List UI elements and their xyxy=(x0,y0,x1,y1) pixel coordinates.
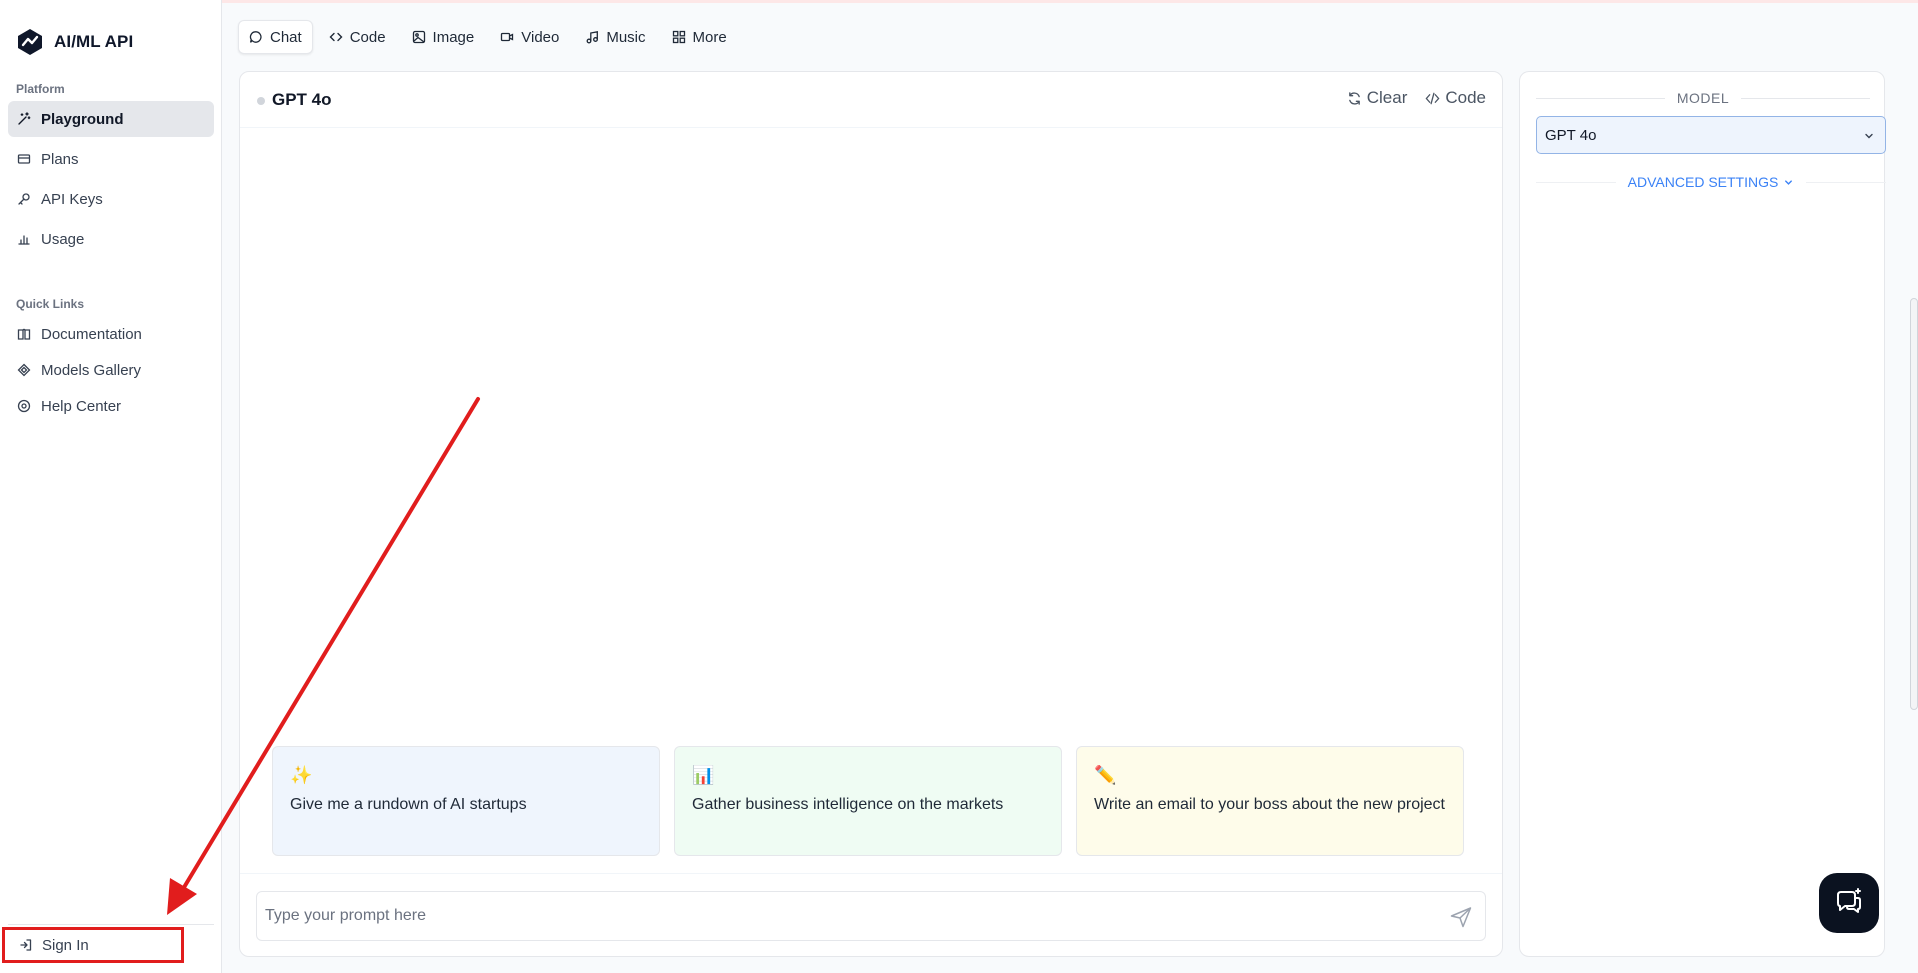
sidebar-item-help-center[interactable]: Help Center xyxy=(8,388,214,424)
tab-label: More xyxy=(692,28,727,46)
chat-header: GPT 4o Clear Code xyxy=(240,72,1502,128)
model-select[interactable]: GPT 4o xyxy=(1536,116,1886,154)
model-label-row: MODEL xyxy=(1536,90,1871,106)
chat-panel: GPT 4o Clear Code ✨ Give me a rundown of… xyxy=(239,71,1503,957)
pencil-icon: ✏️ xyxy=(1094,765,1117,785)
prompt-input[interactable] xyxy=(265,892,1425,940)
tab-music[interactable]: Music xyxy=(575,20,655,54)
tab-code[interactable]: Code xyxy=(319,20,396,54)
send-icon[interactable] xyxy=(1449,905,1473,929)
suggestion-text: Write an email to your boss about the ne… xyxy=(1094,796,1445,813)
sidebar-item-label: Usage xyxy=(41,230,85,248)
sidebar-item-api-keys[interactable]: API Keys xyxy=(8,181,214,217)
chat-bubble-icon xyxy=(249,31,262,43)
app-logo[interactable]: AI/ML API xyxy=(16,28,133,56)
mode-tabs: Chat Code Image Video Music More xyxy=(238,20,737,54)
model-status-dot xyxy=(257,97,265,105)
refresh-icon xyxy=(1348,91,1360,105)
key-icon xyxy=(17,192,31,206)
card-icon xyxy=(17,152,31,166)
suggestion-text: Give me a rundown of AI startups xyxy=(290,796,527,813)
sign-in-button[interactable]: Sign In xyxy=(2,927,184,963)
page-scrollbar[interactable] xyxy=(1910,298,1918,710)
music-note-icon xyxy=(586,31,599,44)
suggestion-card-business-intelligence[interactable]: 📊 Gather business intelligence on the ma… xyxy=(674,746,1062,856)
advanced-settings-label: ADVANCED SETTINGS xyxy=(1627,174,1779,190)
view-code-button[interactable]: Code xyxy=(1425,88,1486,108)
sidebar-item-label: Playground xyxy=(41,110,124,128)
bar-chart-icon xyxy=(17,232,31,246)
sidebar-divider xyxy=(8,924,214,925)
chevron-down-icon xyxy=(1865,133,1873,139)
code-slash-icon xyxy=(1425,92,1440,104)
sidebar-item-label: Documentation xyxy=(41,325,142,343)
sidebar-item-usage[interactable]: Usage xyxy=(8,221,214,257)
diamond-icon xyxy=(17,363,31,377)
sidebar-item-playground[interactable]: Playground xyxy=(8,101,214,137)
top-accent-line xyxy=(0,0,1918,3)
tab-video[interactable]: Video xyxy=(490,20,569,54)
image-icon xyxy=(412,30,425,44)
chat-model-title: GPT 4o xyxy=(272,90,332,109)
app-name: AI/ML API xyxy=(54,32,134,51)
sidebar-item-label: Plans xyxy=(41,150,79,168)
tab-label: Image xyxy=(432,28,475,46)
wand-icon xyxy=(17,112,31,126)
tab-label: Video xyxy=(521,28,560,46)
sidebar-item-documentation[interactable]: Documentation xyxy=(8,316,214,352)
tab-image[interactable]: Image xyxy=(402,20,485,54)
model-label: MODEL xyxy=(1676,90,1730,106)
quick-links-section-label: Quick Links xyxy=(16,297,85,311)
sidebar-item-models-gallery[interactable]: Models Gallery xyxy=(8,352,214,388)
settings-panel: MODEL GPT 4o ADVANCED SETTINGS xyxy=(1519,71,1886,957)
sidebar: AI/ML API Platform Playground Plans API … xyxy=(0,0,222,973)
prompt-box xyxy=(256,891,1486,941)
sparkles-icon: ✨ xyxy=(290,765,313,785)
sidebar-item-label: Models Gallery xyxy=(41,361,142,379)
advanced-settings-toggle[interactable]: ADVANCED SETTINGS xyxy=(1628,174,1795,190)
sidebar-item-label: API Keys xyxy=(41,190,103,208)
platform-section-label: Platform xyxy=(16,82,65,96)
input-divider xyxy=(240,873,1502,874)
support-chat-button[interactable] xyxy=(1819,873,1879,933)
suggestion-card-ai-startups[interactable]: ✨ Give me a rundown of AI startups xyxy=(272,746,660,856)
code-icon xyxy=(329,32,343,42)
sign-in-label: Sign In xyxy=(42,936,89,954)
sign-in-icon xyxy=(20,939,32,951)
clear-button[interactable]: Clear xyxy=(1347,88,1408,108)
logo-hexagon-icon xyxy=(18,29,42,55)
book-icon xyxy=(17,327,31,341)
grid-icon xyxy=(672,30,685,44)
tab-label: Code xyxy=(349,28,386,46)
chevron-down-icon xyxy=(1785,179,1793,185)
view-code-label: Code xyxy=(1445,88,1486,107)
sidebar-item-plans[interactable]: Plans xyxy=(8,141,214,177)
video-icon xyxy=(501,32,514,42)
suggestion-text: Gather business intelligence on the mark… xyxy=(692,796,1004,813)
tab-label: Chat xyxy=(270,28,302,46)
sidebar-item-label: Help Center xyxy=(41,397,122,415)
chat-support-icon xyxy=(1837,888,1861,913)
tab-more[interactable]: More xyxy=(662,20,737,54)
tab-chat[interactable]: Chat xyxy=(238,20,313,54)
advanced-settings-row: ADVANCED SETTINGS xyxy=(1536,174,1886,190)
suggestion-card-email-boss[interactable]: ✏️ Write an email to your boss about the… xyxy=(1076,746,1464,856)
selected-model: GPT 4o xyxy=(1545,126,1597,144)
clear-label: Clear xyxy=(1366,88,1408,107)
bar-chart-emoji-icon: 📊 xyxy=(692,765,715,785)
tab-label: Music xyxy=(606,28,646,46)
help-circle-icon xyxy=(17,399,31,413)
